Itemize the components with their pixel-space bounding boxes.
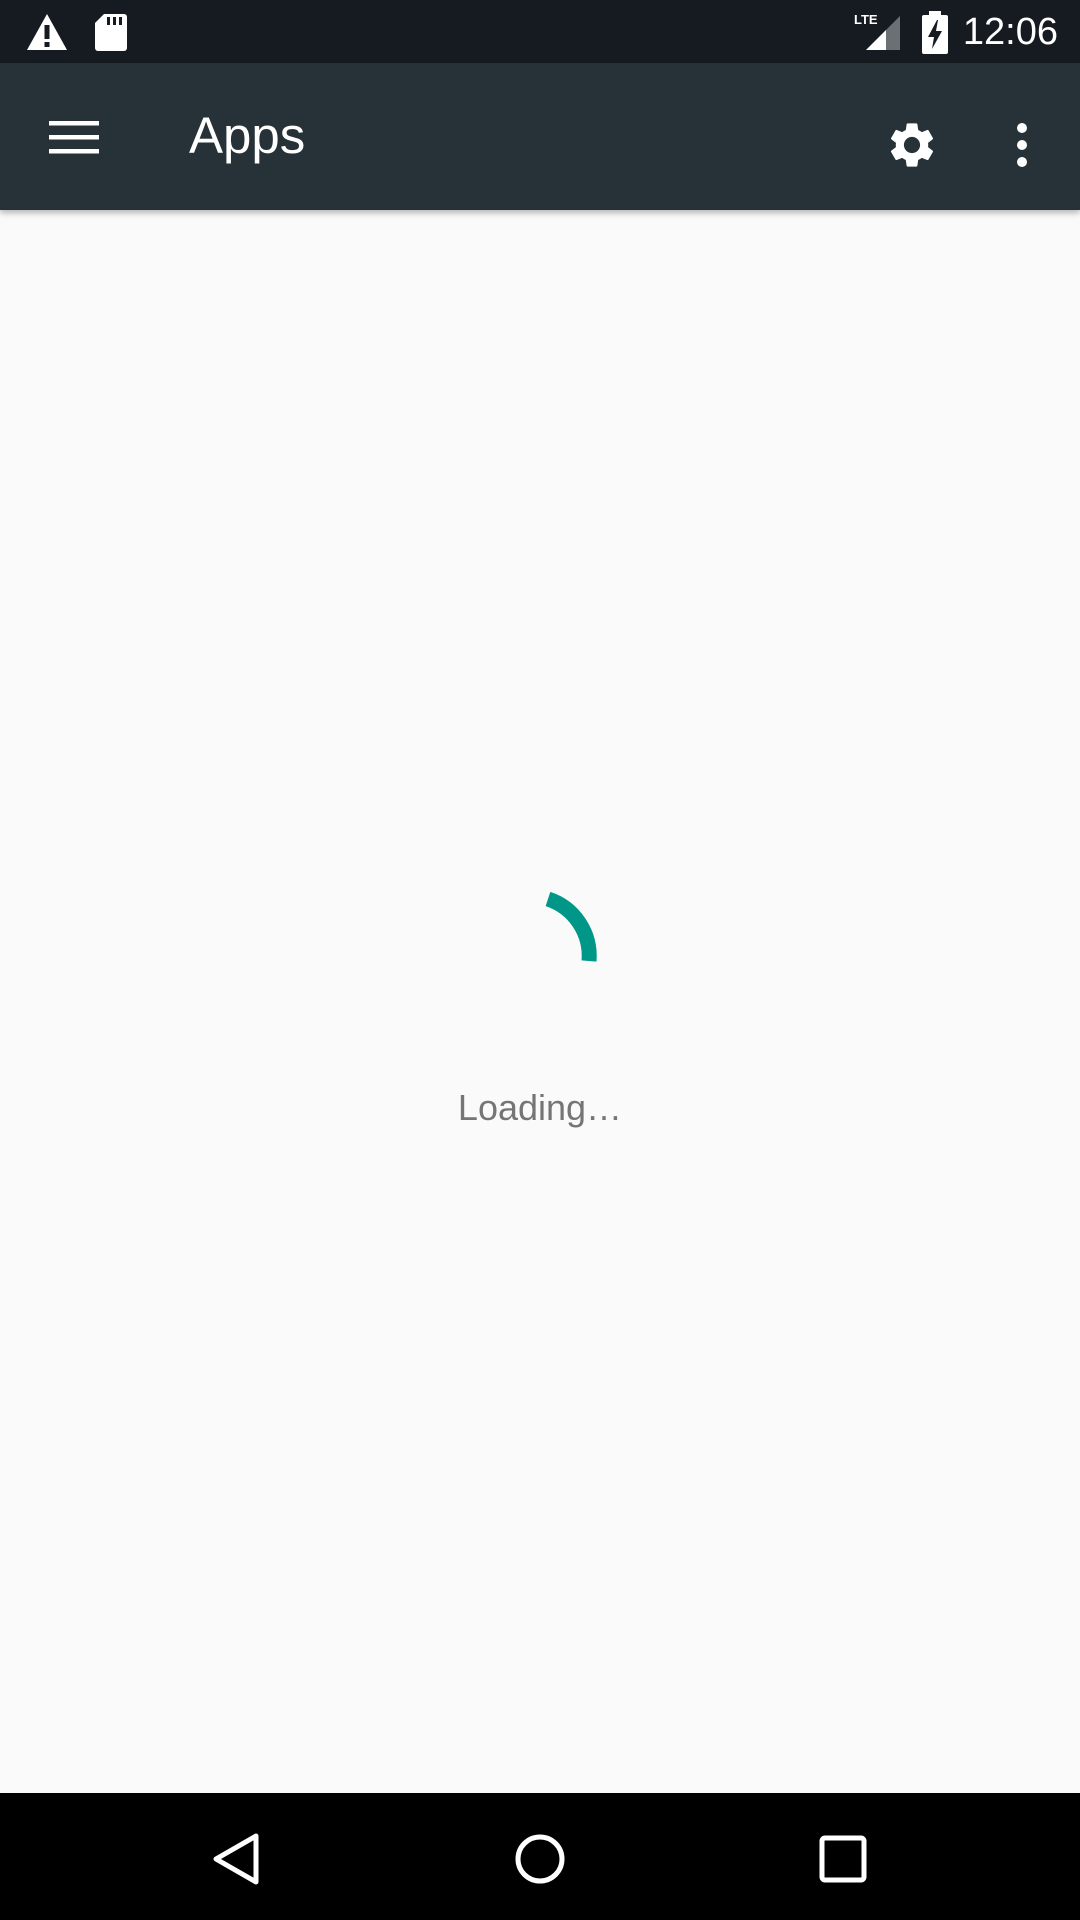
home-icon (515, 1834, 565, 1884)
menu-button[interactable] (22, 93, 126, 181)
page-title: Apps (189, 107, 306, 164)
overflow-menu-icon (1017, 123, 1027, 167)
loading-spinner (545, 891, 597, 962)
app-toolbar: Apps (0, 63, 1080, 210)
overflow-menu-button[interactable] (982, 99, 1062, 191)
battery-charging-icon (922, 11, 948, 54)
gear-icon (890, 123, 934, 167)
status-time: 12:06 (962, 11, 1058, 53)
lte-label: LTE (854, 12, 878, 27)
content-area: Loading… (0, 210, 1080, 1793)
loading-text: Loading… (457, 1087, 623, 1128)
back-icon (213, 1833, 259, 1885)
system-nav-bar (0, 1793, 1080, 1920)
menu-icon (49, 121, 99, 154)
sd-card-icon (95, 14, 127, 51)
screen: LTE 12:06 Apps Loading… (0, 0, 1080, 1920)
back-button[interactable] (182, 1811, 292, 1907)
recents-icon (819, 1835, 867, 1883)
warning-icon (27, 14, 67, 50)
status-bar: LTE 12:06 (0, 0, 1080, 63)
home-button[interactable] (485, 1811, 595, 1907)
lte-signal-icon: LTE (854, 12, 900, 50)
recents-button[interactable] (788, 1811, 898, 1907)
settings-button[interactable] (866, 99, 958, 191)
